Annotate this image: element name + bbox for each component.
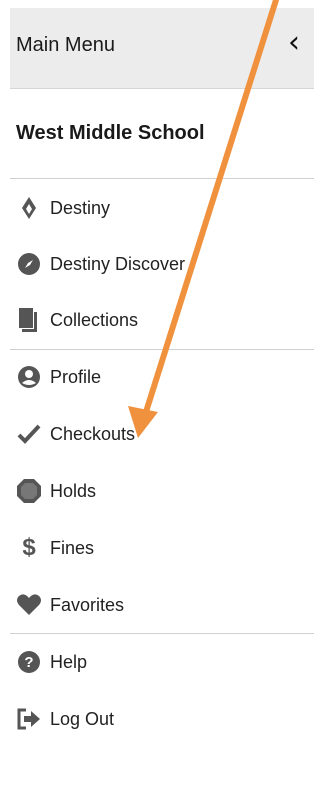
- destiny-flame-icon: [16, 195, 42, 221]
- menu-item-label: Holds: [50, 480, 97, 501]
- dollar-icon: $: [22, 534, 36, 561]
- menu-item-label: Profile: [50, 366, 102, 387]
- chevron-left-icon[interactable]: ‹: [288, 28, 300, 58]
- menu-item-label: Favorites: [50, 594, 125, 615]
- divider: [10, 633, 314, 634]
- collections-icon: [16, 307, 42, 333]
- menu-item-label: Destiny: [50, 197, 111, 218]
- menu-title: Main Menu: [16, 34, 115, 56]
- annotation-arrow: [128, 0, 279, 438]
- menu-item-favorites[interactable]: Favorites: [10, 585, 310, 625]
- svg-text:?: ?: [24, 654, 33, 671]
- logout-icon: [16, 706, 42, 732]
- menu-item-checkouts[interactable]: Checkouts: [10, 414, 310, 454]
- menu-item-holds[interactable]: Holds: [10, 471, 310, 511]
- menu-item-label: Collections: [50, 309, 139, 330]
- menu-item-destiny-discover[interactable]: Destiny Discover: [10, 244, 310, 284]
- divider: [10, 178, 314, 179]
- menu-item-label: Help: [50, 651, 88, 672]
- compass-icon: [16, 251, 42, 277]
- divider: [10, 349, 314, 350]
- checkmark-icon: [16, 421, 42, 447]
- menu-item-label: Log Out: [50, 708, 115, 729]
- school-name: West Middle School: [16, 122, 205, 144]
- octagon-icon: [16, 478, 42, 504]
- menu-item-profile[interactable]: Profile: [10, 357, 310, 397]
- heart-icon: [16, 592, 42, 618]
- menu-item-collections[interactable]: Collections: [10, 300, 310, 340]
- help-icon: ?: [16, 649, 42, 675]
- menu-item-help[interactable]: ? Help: [10, 642, 310, 682]
- menu-item-fines[interactable]: $ Fines: [10, 528, 310, 568]
- menu-item-label: Destiny Discover: [50, 253, 186, 274]
- menu-item-log-out[interactable]: Log Out: [10, 699, 310, 739]
- menu-item-label: Fines: [50, 537, 95, 558]
- user-circle-icon: [16, 364, 42, 390]
- menu-item-label: Checkouts: [50, 423, 136, 444]
- menu-item-destiny[interactable]: Destiny: [10, 188, 310, 228]
- menu-header: Main Menu ‹: [10, 8, 314, 89]
